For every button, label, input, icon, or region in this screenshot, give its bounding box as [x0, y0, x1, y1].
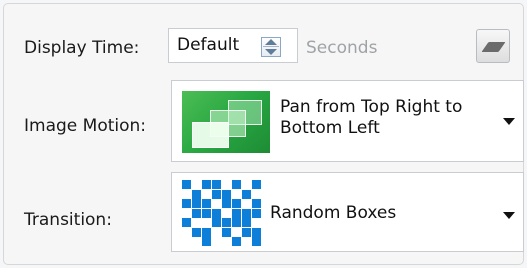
- transition-box-tile: [222, 227, 231, 237]
- transition-label: Transition:: [24, 210, 112, 230]
- transition-box-tile: [232, 199, 241, 208]
- transition-box-tile: [252, 199, 261, 208]
- transition-selected: Random Boxes: [270, 203, 397, 223]
- transition-box-tile: [192, 189, 201, 199]
- transition-box-tile: [212, 208, 221, 218]
- transition-box-tile: [232, 237, 241, 246]
- transition-box-tile: [232, 180, 241, 189]
- display-time-field[interactable]: Default: [168, 28, 298, 63]
- motion-frame-3: [192, 122, 229, 148]
- chevron-down-icon[interactable]: [503, 118, 515, 125]
- transition-box-tile: [222, 199, 231, 208]
- pan-motion-thumbnail-icon: [182, 91, 270, 153]
- display-time-spinner[interactable]: [261, 37, 281, 57]
- transition-box-tile: [252, 227, 261, 237]
- transition-box-tile: [252, 180, 261, 189]
- chevron-down-icon[interactable]: [503, 212, 515, 219]
- transition-box-tile: [212, 180, 221, 189]
- clear-button[interactable]: [476, 29, 510, 63]
- transition-box-tile: [202, 199, 211, 208]
- transition-box-tile: [202, 208, 211, 218]
- transition-box-tile: [182, 180, 191, 189]
- transition-box-tile: [232, 208, 241, 218]
- display-time-label: Display Time:: [24, 38, 140, 58]
- transition-box-tile: [242, 218, 251, 227]
- transition-box-tile: [252, 237, 261, 246]
- random-boxes-thumbnail-icon: [182, 180, 264, 246]
- transition-box-tile: [192, 227, 201, 237]
- transition-box-tile: [222, 218, 231, 227]
- transition-box-tile: [192, 199, 201, 208]
- image-motion-selected: Pan from Top Right to Bottom Left: [280, 97, 463, 138]
- spinner-divider: [263, 46, 279, 47]
- transition-box-tile: [242, 227, 251, 237]
- transition-box-tile: [202, 227, 211, 237]
- display-time-value[interactable]: Default: [177, 35, 239, 55]
- image-motion-label: Image Motion:: [24, 116, 147, 136]
- transition-box-tile: [242, 208, 251, 218]
- eraser-icon: [481, 42, 506, 52]
- transition-box-tile: [202, 237, 211, 246]
- image-motion-dropdown[interactable]: Pan from Top Right to Bottom Left: [171, 80, 524, 162]
- transition-box-tile: [182, 199, 191, 208]
- slide-settings-window: Display Time: Default Seconds Image Moti…: [0, 0, 527, 268]
- spinner-down-icon[interactable]: [265, 49, 277, 55]
- transition-box-tile: [212, 218, 221, 227]
- transition-box-tile: [202, 180, 211, 189]
- transition-box-tile: [232, 218, 241, 227]
- transition-box-tile: [252, 208, 261, 218]
- transition-box-tile: [212, 189, 221, 199]
- transition-box-tile: [242, 189, 251, 199]
- spinner-up-icon[interactable]: [265, 39, 277, 45]
- transition-box-tile: [222, 189, 231, 199]
- seconds-unit-label: Seconds: [306, 38, 378, 58]
- transition-box-tile: [182, 218, 191, 227]
- transition-box-tile: [192, 208, 201, 218]
- transition-dropdown[interactable]: Random Boxes: [171, 172, 524, 252]
